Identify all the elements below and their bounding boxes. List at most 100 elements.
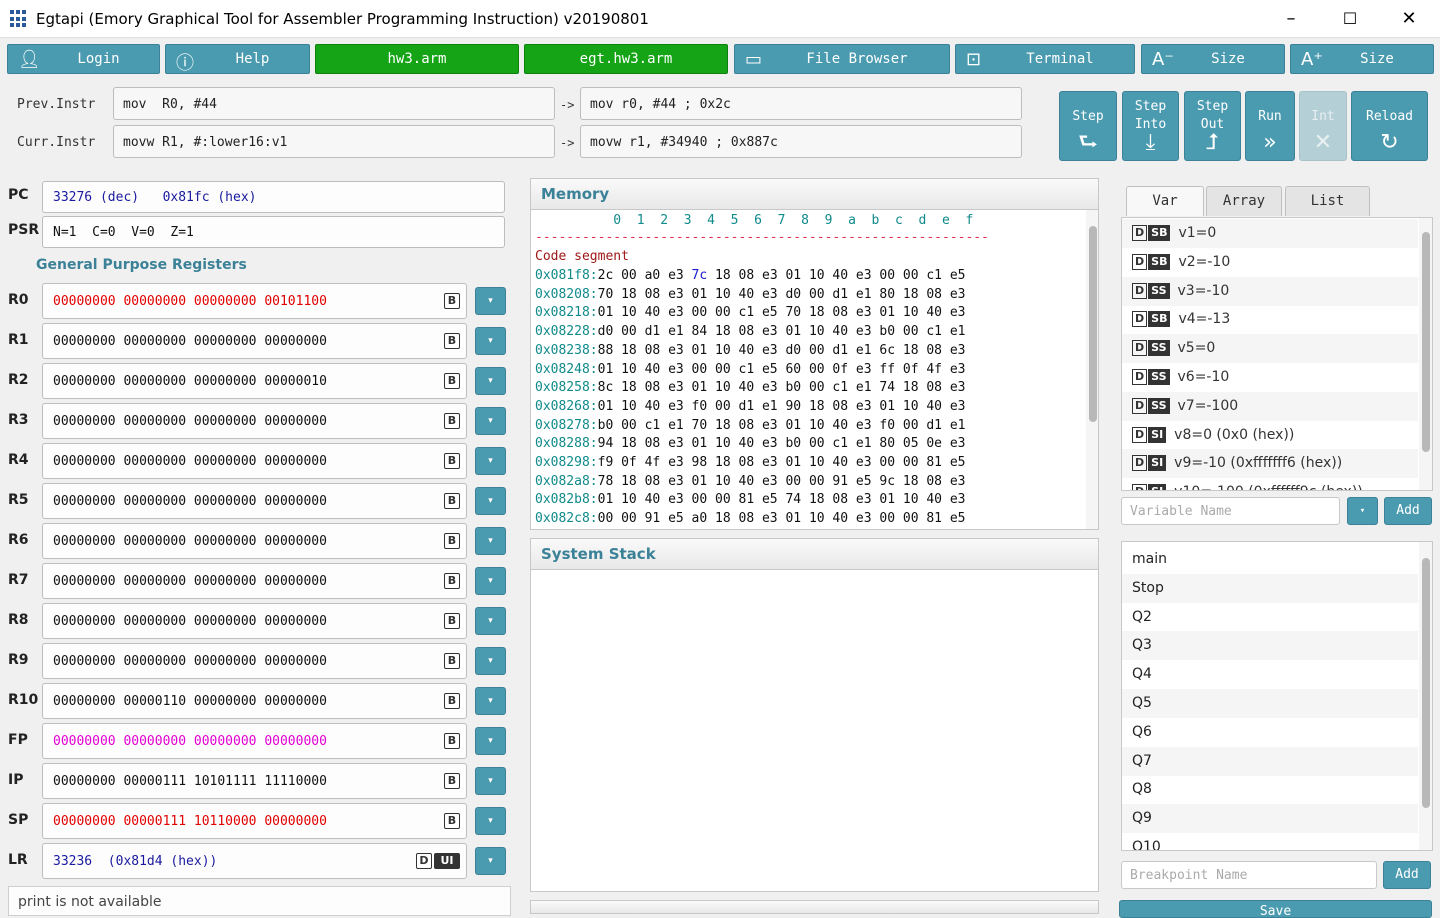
run-button[interactable]: Run » [1245, 91, 1295, 161]
binary-mode-badge[interactable]: B [444, 333, 460, 349]
breakpoint-item[interactable]: Q8 [1122, 775, 1418, 804]
variable-item[interactable]: D SB v4=-13 [1122, 305, 1418, 334]
binary-mode-badge[interactable]: B [444, 573, 460, 589]
maximize-button[interactable]: ☐ [1327, 4, 1373, 34]
binary-mode-badge[interactable]: B [444, 493, 460, 509]
register-format-dropdown[interactable]: ▾ [475, 367, 506, 395]
binary-mode-badge[interactable]: B [444, 413, 460, 429]
login-button[interactable]: 👤︎ Login [7, 44, 160, 74]
binary-mode-badge[interactable]: B [444, 813, 460, 829]
minimize-button[interactable]: – [1268, 4, 1314, 34]
memory-scroll-thumb[interactable] [1089, 226, 1097, 422]
variable-type-badge[interactable]: SB [1148, 253, 1171, 270]
variable-decimal-badge[interactable]: D [1132, 311, 1148, 328]
variable-decimal-badge[interactable]: D [1132, 253, 1148, 270]
breakpoint-item[interactable]: Q9 [1122, 804, 1418, 834]
binary-mode-badge[interactable]: B [444, 293, 460, 309]
step-button[interactable]: Step ⮑ [1059, 91, 1117, 161]
variable-item[interactable]: D SB v2=-10 [1122, 248, 1418, 277]
register-format-dropdown[interactable]: ▾ [475, 847, 506, 875]
help-button[interactable]: ⓘ Help [165, 44, 310, 74]
size-increase-button[interactable]: A⁺ Size [1290, 44, 1434, 74]
interrupt-button[interactable]: Int ✕ [1299, 91, 1347, 161]
register-format-dropdown[interactable]: ▾ [475, 647, 506, 675]
memory-view[interactable]: 0 1 2 3 4 5 6 7 8 9 a b c d e f --------… [530, 210, 1099, 530]
variable-item[interactable]: D SS v7=-100 [1122, 391, 1418, 421]
tab-var[interactable]: Var [1126, 186, 1204, 216]
variable-decimal-badge[interactable]: D [1132, 282, 1148, 299]
decimal-mode-badge[interactable]: D [416, 853, 432, 869]
file-browser-button[interactable]: ▭ File Browser [734, 44, 950, 74]
variable-decimal-badge[interactable]: D [1132, 340, 1148, 357]
file-tab-egt-hw3[interactable]: egt.hw3.arm [524, 44, 728, 74]
binary-mode-badge[interactable]: B [444, 453, 460, 469]
step-into-button[interactable]: Step Into ⤓ [1122, 91, 1179, 161]
register-format-dropdown[interactable]: ▾ [475, 527, 506, 555]
variable-type-badge[interactable]: SI [1148, 455, 1167, 472]
variable-decimal-badge[interactable]: D [1132, 455, 1148, 472]
variable-decimal-badge[interactable]: D [1132, 426, 1148, 443]
variable-type-badge[interactable]: SI [1148, 484, 1167, 490]
breakpoint-item[interactable]: Q2 [1122, 603, 1418, 632]
breakpoint-item[interactable]: Stop [1122, 573, 1418, 603]
variable-item[interactable]: DSI v10=-100 (0xffffff9c (hex)) [1122, 478, 1418, 490]
breakpoint-scroll-thumb[interactable] [1422, 558, 1430, 808]
register-format-dropdown[interactable]: ▾ [475, 287, 506, 315]
variable-decimal-badge[interactable]: D [1132, 369, 1148, 385]
variable-dropdown-button[interactable]: ▾ [1347, 497, 1378, 525]
variable-item[interactable]: D SI v8=0 (0x0 (hex)) [1122, 421, 1418, 450]
register-format-dropdown[interactable]: ▾ [475, 487, 506, 515]
register-format-dropdown[interactable]: ▾ [475, 607, 506, 635]
binary-mode-badge[interactable]: B [444, 613, 460, 629]
register-format-dropdown[interactable]: ▾ [475, 727, 506, 755]
register-format-dropdown[interactable]: ▾ [475, 687, 506, 715]
breakpoint-item[interactable]: Q7 [1122, 746, 1418, 776]
breakpoint-item[interactable]: Q5 [1122, 689, 1418, 718]
variable-type-badge[interactable]: SS [1148, 369, 1170, 385]
variable-name-input[interactable]: Variable Name [1121, 497, 1340, 525]
register-format-dropdown[interactable]: ▾ [475, 807, 506, 835]
binary-mode-badge[interactable]: B [444, 533, 460, 549]
tab-array[interactable]: Array [1206, 186, 1282, 216]
file-tab-hw3[interactable]: hw3.arm [315, 44, 519, 74]
binary-mode-badge[interactable]: B [444, 653, 460, 669]
tab-list[interactable]: List [1285, 186, 1370, 216]
breakpoint-item[interactable]: Q10 [1122, 833, 1418, 850]
register-format-dropdown[interactable]: ▾ [475, 767, 506, 795]
binary-mode-badge[interactable]: B [444, 773, 460, 789]
close-button[interactable]: ✕ [1386, 4, 1432, 34]
terminal-button[interactable]: ⊡ Terminal [955, 44, 1135, 74]
breakpoint-scrollbar[interactable] [1419, 542, 1432, 850]
binary-mode-badge[interactable]: B [444, 693, 460, 709]
variable-type-badge[interactable]: SB [1148, 311, 1171, 328]
variable-decimal-badge[interactable]: D [1132, 397, 1148, 414]
variable-item[interactable]: D SS v3=-10 [1122, 276, 1418, 306]
binary-mode-badge[interactable]: B [444, 733, 460, 749]
add-breakpoint-button[interactable]: Add [1383, 861, 1431, 889]
size-decrease-button[interactable]: A⁻ Size [1141, 44, 1285, 74]
variable-decimal-badge[interactable]: D [1132, 225, 1148, 241]
variable-scroll-thumb[interactable] [1422, 232, 1430, 452]
variable-type-badge[interactable]: SB [1148, 225, 1171, 241]
save-button[interactable]: Save [1119, 900, 1432, 918]
variable-item[interactable]: D SS v6=-10 [1122, 363, 1418, 392]
step-out-button[interactable]: Step Out ⮥ [1184, 91, 1241, 161]
breakpoint-item[interactable]: Q3 [1122, 631, 1418, 661]
variable-type-badge[interactable]: SS [1148, 340, 1170, 357]
register-format-dropdown[interactable]: ▾ [475, 327, 506, 355]
unsigned-int-badge[interactable]: UI [434, 853, 460, 869]
register-format-dropdown[interactable]: ▾ [475, 447, 506, 475]
breakpoint-name-input[interactable]: Breakpoint Name [1121, 861, 1377, 889]
reload-button[interactable]: Reload ↻ [1351, 91, 1428, 161]
register-format-dropdown[interactable]: ▾ [475, 567, 506, 595]
variable-item[interactable]: D SI v9=-10 (0xfffffff6 (hex)) [1122, 449, 1418, 479]
binary-mode-badge[interactable]: B [444, 373, 460, 389]
variable-type-badge[interactable]: SI [1148, 426, 1167, 443]
variable-item[interactable]: D SS v5=0 [1122, 334, 1418, 364]
breakpoint-item[interactable]: Q4 [1122, 660, 1418, 689]
variable-decimal-badge[interactable]: D [1132, 484, 1148, 490]
variable-item[interactable]: D SB v1=0 [1122, 219, 1418, 248]
variable-type-badge[interactable]: SS [1148, 282, 1170, 299]
breakpoint-item[interactable]: main [1122, 545, 1418, 574]
breakpoint-item[interactable]: Q6 [1122, 718, 1418, 747]
